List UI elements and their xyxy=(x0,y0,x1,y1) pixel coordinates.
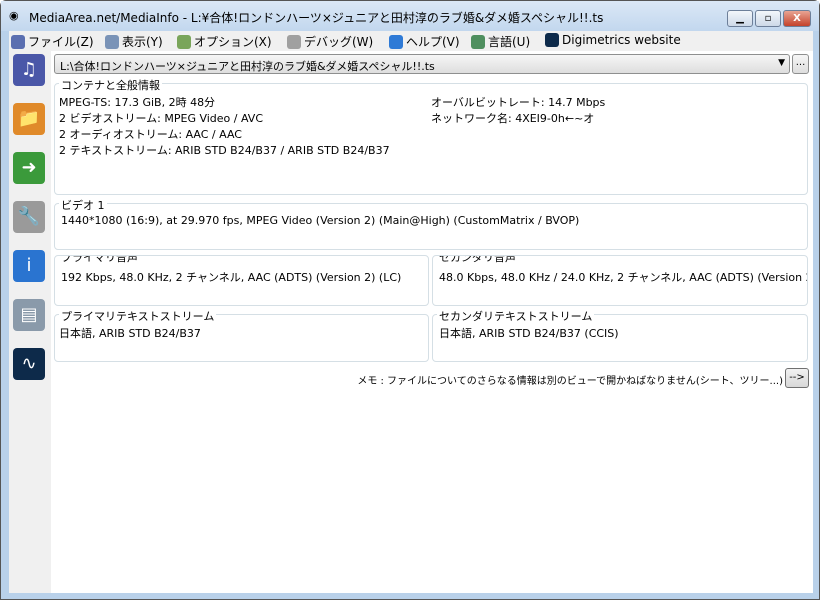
menu-item[interactable]: ファイル(Z) xyxy=(11,33,94,50)
digimetrics-icon xyxy=(545,33,559,47)
language-globe-icon xyxy=(471,34,485,49)
menu-item[interactable]: デバッグ(W) xyxy=(287,33,373,50)
text1-info: 日本語, ARIB STD B24/B37 xyxy=(59,327,201,340)
general-legend: コンテナと全般情報 xyxy=(59,77,162,93)
easy-view-panel: L:\合体!ロンドンハーツ×ジュニアと田村淳のラブ婚&ダメ婚スペシャル!!.ts… xyxy=(51,51,813,593)
maximize-button[interactable]: ▫ xyxy=(755,10,781,27)
digimetrics-icon[interactable]: ∿ xyxy=(13,348,45,380)
side-toolbar: ♫ 📁 ➜ 🔧 i ▤ ∿ xyxy=(9,51,51,593)
video-info: 1440*1080 (16:9), at 29.970 fps, MPEG Vi… xyxy=(61,214,580,227)
audio2-group: セカンダリ音声 48.0 Kbps, 48.0 KHz / 24.0 KHz, … xyxy=(432,255,808,306)
menu-bar: ファイル(Z) 表示(Y) オプション(X) デバッグ(W) ヘルプ(V) 言語(U) Di… xyxy=(9,31,813,51)
audio2-legend: セカンダリ音声 xyxy=(437,256,518,265)
menu-item-label: デバッグ(W) xyxy=(304,35,374,49)
general-line: 2 オーディオストリーム: AAC / AAC xyxy=(59,128,242,141)
audio1-legend: プライマリ音声 xyxy=(59,256,140,265)
open-other-view-button[interactable]: --> xyxy=(785,368,809,388)
file-select-dropdown[interactable]: L:\合体!ロンドンハーツ×ジュニアと田村淳のラブ婚&ダメ婚スペシャル!!.ts… xyxy=(54,54,790,74)
file-icon xyxy=(11,34,25,49)
text2-group: セカンダリテキストストリーム 日本語, ARIB STD B24/B37 (CC… xyxy=(432,308,808,362)
open-file-icon[interactable]: ♫ xyxy=(13,54,45,86)
menu-item[interactable]: Digimetrics website xyxy=(545,33,681,47)
general-bitrate: オーバルビットレート: 14.7 Mbps xyxy=(431,96,606,109)
open-folder-icon[interactable]: 📁 xyxy=(13,103,45,135)
text1-legend: プライマリテキストストリーム xyxy=(59,308,217,324)
memo-text: メモ : ファイルについてのさらなる情報は別のビューで開かねばなりません(シート… xyxy=(357,376,783,387)
general-line: 2 テキストストリーム: ARIB STD B24/B37 / ARIB STD… xyxy=(59,144,390,157)
general-network: ネットワーク名: 4XEI9-0h←~オ xyxy=(431,112,595,125)
video-group: ビデオ 1 1440*1080 (16:9), at 29.970 fps, M… xyxy=(54,197,808,250)
export-info-icon[interactable]: ➜ xyxy=(13,152,45,184)
menu-item-label: オプション(X) xyxy=(194,35,272,49)
debug-icon xyxy=(287,34,301,49)
menu-item-label: ヘルプ(V) xyxy=(406,35,460,49)
audio2-info: 48.0 Kbps, 48.0 KHz / 24.0 KHz, 2 チャンネル,… xyxy=(439,271,808,284)
menu-item[interactable]: 表示(Y) xyxy=(105,33,163,50)
menu-item-label: 言語(U) xyxy=(488,35,531,49)
close-button[interactable]: X xyxy=(783,10,811,27)
window-title: MediaArea.net/MediaInfo - L:¥合体!ロンドンハーツ×… xyxy=(29,11,604,25)
about-info-icon[interactable]: i xyxy=(13,250,45,282)
text2-legend: セカンダリテキストストリーム xyxy=(437,308,595,324)
menu-item-label: Digimetrics website xyxy=(562,33,681,47)
general-line: 2 ビデオストリーム: MPEG Video / AVC xyxy=(59,112,264,125)
general-line: MPEG-TS: 17.3 GiB, 2時 48分 xyxy=(59,96,216,109)
menu-item-label: ファイル(Z) xyxy=(28,35,94,49)
app-icon: ◉ xyxy=(9,9,19,22)
menu-item-label: 表示(Y) xyxy=(122,35,163,49)
mediainfo-window: ◉ MediaArea.net/MediaInfo - L:¥合体!ロンドンハー… xyxy=(0,0,820,600)
audio1-info: 192 Kbps, 48.0 KHz, 2 チャンネル, AAC (ADTS) … xyxy=(61,271,402,284)
preferences-icon[interactable]: 🔧 xyxy=(13,201,45,233)
menu-item[interactable]: 言語(U) xyxy=(471,33,530,50)
general-group: コンテナと全般情報 MPEG-TS: 17.3 GiB, 2時 48分 2 ビデ… xyxy=(54,77,808,195)
options-icon xyxy=(177,34,191,49)
web-docs-icon[interactable]: ▤ xyxy=(13,299,45,331)
view-icon xyxy=(105,34,119,49)
title-bar: ◉ MediaArea.net/MediaInfo - L:¥合体!ロンドンハー… xyxy=(1,1,819,31)
menu-item[interactable]: ヘルプ(V) xyxy=(389,33,460,50)
browse-button[interactable]: ... xyxy=(792,54,809,74)
video-legend: ビデオ 1 xyxy=(59,197,107,213)
audio1-group: プライマリ音声 192 Kbps, 48.0 KHz, 2 チャンネル, AAC… xyxy=(54,255,429,306)
chevron-down-icon[interactable]: ▼ xyxy=(778,58,785,68)
file-select-value: L:\合体!ロンドンハーツ×ジュニアと田村淳のラブ婚&ダメ婚スペシャル!!.ts xyxy=(60,60,435,73)
menu-item[interactable]: オプション(X) xyxy=(177,33,272,50)
text2-info: 日本語, ARIB STD B24/B37 (CCIS) xyxy=(439,327,619,340)
text1-group: プライマリテキストストリーム 日本語, ARIB STD B24/B37 xyxy=(54,308,429,362)
help-icon xyxy=(389,34,403,49)
minimize-button[interactable]: ▁ xyxy=(727,10,753,27)
